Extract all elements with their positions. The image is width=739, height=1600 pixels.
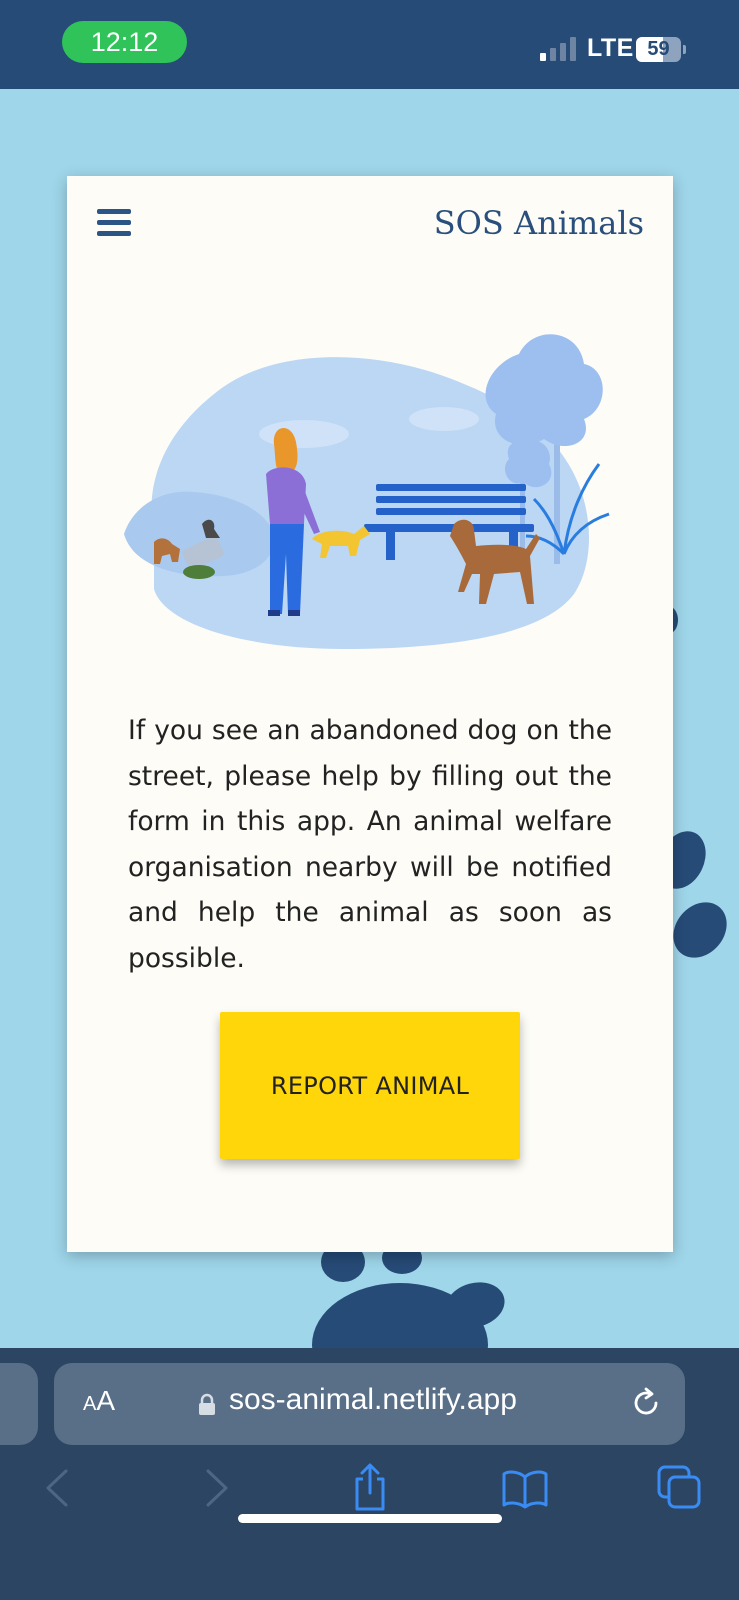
- browser-toolbar: AA sos-animal.netlify.app: [0, 1348, 739, 1600]
- main-card: SOS Animals If you see an abandoned dog …: [67, 176, 673, 1252]
- reload-icon[interactable]: [629, 1386, 663, 1420]
- back-icon[interactable]: [34, 1463, 84, 1513]
- menu-icon[interactable]: [97, 209, 131, 237]
- home-indicator[interactable]: [238, 1514, 502, 1523]
- report-animal-button[interactable]: REPORT ANIMAL: [220, 1012, 520, 1159]
- url-text: sos-animal.netlify.app: [229, 1383, 517, 1416]
- tabs-icon[interactable]: [655, 1463, 705, 1513]
- text-size-button[interactable]: AA: [83, 1385, 115, 1417]
- park-dogs-illustration: [124, 334, 610, 649]
- previous-tab-preview[interactable]: [0, 1363, 38, 1445]
- forward-icon[interactable]: [190, 1463, 240, 1513]
- intro-text: If you see an abandoned dog on the stree…: [128, 715, 612, 974]
- lock-icon: [199, 1393, 215, 1415]
- address-bar[interactable]: AA sos-animal.netlify.app: [54, 1363, 685, 1445]
- bookmarks-icon[interactable]: [500, 1463, 550, 1513]
- share-icon[interactable]: [345, 1463, 395, 1513]
- app-title: SOS Animals: [433, 204, 644, 242]
